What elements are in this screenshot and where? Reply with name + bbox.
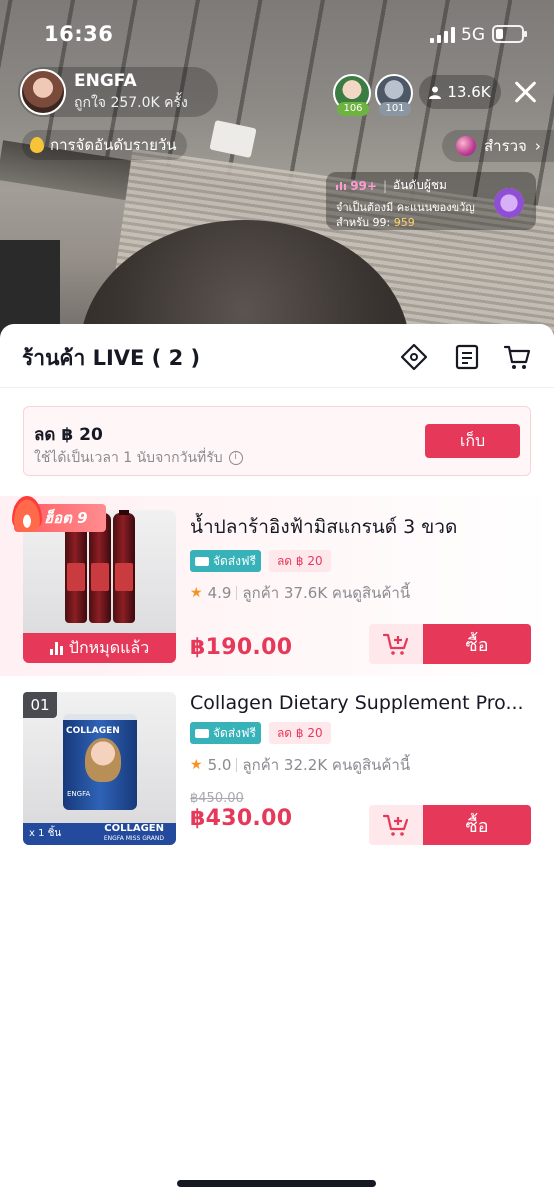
buy-button[interactable]: ซื้อ	[423, 805, 531, 845]
top-viewer-avatar[interactable]: 106	[333, 74, 371, 116]
product-rating: ★ 4.9 ลูกค้า 37.6K คนดูสินค้านี้	[190, 581, 535, 605]
product-card[interactable]: ฮ็อต 9 ปักหมุดแล้ว น้ำปลาร้าอิงฟ้ามิสแกร…	[0, 496, 554, 676]
discount-tag: ลด ฿ 20	[268, 550, 331, 572]
coupon-card: ลด ฿ 20 ใช้ได้เป็นเวลา 1 นับจากวันที่รับ…	[23, 406, 531, 476]
viewer-rank: 101	[379, 102, 411, 116]
status-bar: 16:36 5G	[0, 0, 554, 70]
leaderboard-rank: 99+	[336, 179, 377, 193]
flame-icon	[30, 137, 44, 153]
star-icon: ★	[190, 757, 203, 773]
sheet-header: ร้านค้า LIVE ( 2 )	[0, 324, 554, 388]
home-indicator[interactable]	[177, 1180, 376, 1187]
viewer-count[interactable]: 13.6K	[419, 75, 501, 109]
host-profile[interactable]: ENGFA ถูกใจ 257.0K ครั้ง	[18, 67, 218, 117]
thumb-quantity: x 1 ชิ้น	[29, 828, 62, 839]
truck-icon	[195, 556, 209, 566]
live-shop-sheet: ร้านค้า LIVE ( 2 ) ลด ฿ 20 ใช้ได้เป็นเวล…	[0, 324, 554, 1200]
viewer-rank: 106	[337, 102, 369, 116]
add-to-cart-button[interactable]	[369, 805, 423, 845]
buyer-count: ลูกค้า 37.6K คนดูสินค้านี้	[242, 584, 411, 602]
buyer-count: ลูกค้า 32.2K คนดูสินค้านี้	[242, 756, 411, 774]
top-viewer-avatar[interactable]: 101	[375, 74, 413, 116]
status-time: 16:36	[44, 22, 114, 46]
host-name: ENGFA	[74, 70, 137, 91]
network-type: 5G	[461, 25, 485, 45]
cart-plus-icon	[383, 633, 409, 655]
product-index: 01	[23, 692, 57, 718]
flame-icon	[12, 496, 42, 532]
planet-icon	[456, 136, 476, 156]
person-icon	[429, 86, 442, 99]
daily-rank-label: การจัดอันดับรายวัน	[50, 136, 177, 154]
viewer-leaderboard[interactable]: 99+ | อันดับผู้ชม จำเป็นต้องมี คะแนนของข…	[326, 172, 536, 230]
discount-tag: ลด ฿ 20	[268, 722, 331, 744]
battery-icon	[492, 25, 527, 43]
product-rating: ★ 5.0 ลูกค้า 32.2K คนดูสินค้านี้	[190, 753, 535, 777]
close-icon[interactable]	[512, 78, 540, 106]
bar-chart-icon	[49, 641, 63, 655]
free-shipping-tag: จัดส่งฟรี	[190, 722, 261, 744]
coupon-amount: ลด ฿ 20	[34, 425, 103, 445]
explore-button[interactable]: สำรวจ ›	[442, 130, 554, 162]
product-name[interactable]: น้ำปลาร้าอิงฟ้ามิสแกรนด์ 3 ขวด	[190, 512, 530, 542]
pinned-banner: ปักหมุดแล้ว	[23, 633, 176, 663]
buy-button[interactable]: ซื้อ	[423, 624, 531, 664]
claim-coupon-button[interactable]: เก็บ	[425, 424, 520, 458]
truck-icon	[195, 728, 209, 738]
product-card[interactable]: 01 COLLAGEN ENGFA x 1 ชิ้น COLLAGEN ENGF…	[0, 692, 554, 852]
leaderboard-points: 959	[393, 216, 415, 229]
product-thumbnail[interactable]: ปักหมุดแล้ว	[23, 510, 176, 663]
host-avatar[interactable]	[20, 69, 66, 115]
shop-title: ร้านค้า LIVE ( 2 )	[22, 346, 201, 370]
host-likes: ถูกใจ 257.0K ครั้ง	[74, 94, 188, 111]
product-name[interactable]: Collagen Dietary Supplement Pro...	[190, 692, 530, 714]
add-to-cart-button[interactable]	[369, 624, 423, 664]
coupon-icon[interactable]	[399, 342, 429, 372]
chevron-right-icon: ›	[534, 137, 541, 155]
explore-label: สำรวจ	[484, 137, 527, 155]
coupon-note: ใช้ได้เป็นเวลา 1 นับจากวันที่รับ i	[34, 447, 243, 469]
daily-rank-button[interactable]: การจัดอันดับรายวัน	[22, 130, 187, 160]
free-shipping-tag: จัดส่งฟรี	[190, 550, 261, 572]
bar-chart-icon	[336, 181, 346, 190]
leaderboard-title: อันดับผู้ชม	[393, 178, 447, 192]
cart-plus-icon	[383, 814, 409, 836]
collagen-tin: COLLAGEN ENGFA	[63, 714, 137, 810]
info-icon[interactable]: i	[228, 451, 243, 465]
signal-icon	[430, 27, 455, 43]
orders-icon[interactable]	[452, 342, 482, 372]
hot-badge: ฮ็อต 9	[12, 496, 106, 532]
cart-icon[interactable]	[502, 342, 532, 372]
gift-badge-icon	[494, 188, 524, 218]
original-price: ฿450.00	[190, 791, 244, 806]
viewer-count-value: 13.6K	[447, 83, 491, 101]
star-icon: ★	[190, 585, 203, 601]
